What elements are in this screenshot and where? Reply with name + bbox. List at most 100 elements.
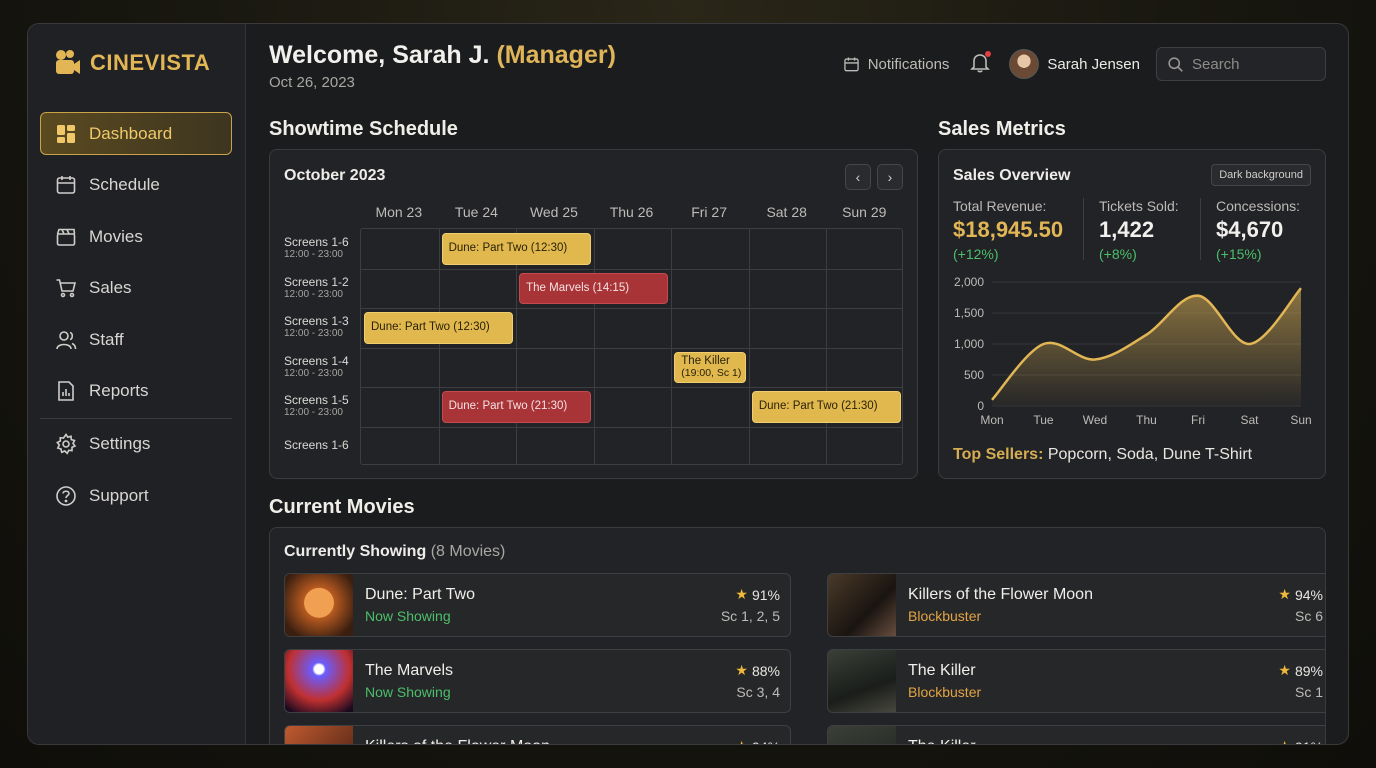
cart-icon — [56, 279, 77, 298]
grid-line — [593, 229, 595, 464]
metric-label: Total Revenue: — [953, 198, 1047, 214]
background-badge[interactable]: Dark background — [1211, 164, 1311, 186]
sidebar-item-reports[interactable]: Reports — [40, 370, 232, 413]
sidebar-item-label: Schedule — [89, 175, 160, 195]
star-icon: ★ — [1278, 586, 1291, 602]
grid-line — [361, 308, 902, 309]
movie-screens: Sc 1, 2, 5 — [720, 608, 780, 624]
movie-poster — [828, 726, 896, 744]
sidebar-item-support[interactable]: Support — [40, 474, 232, 517]
showtime-event[interactable]: The Marvels (14:15) — [519, 272, 669, 304]
movie-rating: ★91% — [1278, 738, 1323, 744]
top-sellers: Top Sellers: Popcorn, Soda, Dune T-Shirt — [953, 446, 1252, 464]
schedule-row-label: Screens 1-6 12:00 - 23:00 — [284, 235, 364, 260]
gear-icon — [56, 433, 77, 455]
schedule-nav: ‹ › — [845, 164, 903, 190]
x-tick-label: Sun — [1290, 413, 1311, 427]
movies-section-title: Current Movies — [269, 496, 415, 518]
x-tick-label: Sat — [1240, 413, 1259, 427]
metric-change: (+15%) — [1216, 246, 1262, 262]
movie-card[interactable]: The Killer ★ 91% — [827, 725, 1325, 744]
report-icon — [58, 381, 74, 402]
showtime-event[interactable]: The Killer (19:00, Sc 1) — [674, 351, 746, 383]
y-tick-label: 2,000 — [954, 275, 984, 289]
row-time: 12:00 - 23:00 — [284, 407, 343, 418]
sidebar-item-movies[interactable]: Movies — [40, 215, 232, 258]
movies-subtitle: Currently Showing (8 Movies) — [284, 543, 505, 561]
movie-poster — [285, 650, 353, 712]
movies-count: (8 Movies) — [430, 543, 506, 560]
day-header: Fri 27 — [691, 204, 727, 220]
day-header: Sun 29 — [842, 204, 887, 220]
sidebar-item-label: Dashboard — [89, 123, 173, 143]
x-tick-label: Wed — [1083, 413, 1107, 427]
movie-title: The Killer — [908, 662, 976, 679]
prev-week-button[interactable]: ‹ — [845, 164, 871, 190]
y-tick-label: 0 — [977, 399, 984, 413]
logo[interactable]: CINEVISTA — [52, 48, 210, 78]
schedule-month: October 2023 — [284, 167, 386, 184]
notifications-link[interactable]: Notifications — [843, 56, 949, 73]
metric-divider — [1200, 198, 1201, 260]
y-tick-label: 1,000 — [954, 337, 984, 351]
top-sellers-label: Top Sellers: — [953, 446, 1044, 463]
sales-overview-title: Sales Overview — [953, 167, 1071, 184]
movie-card[interactable]: Killers of the Flower Moon ★ 94% — [284, 725, 791, 745]
showtime-event[interactable]: Dune: Part Two (21:30) — [751, 391, 901, 423]
movie-title: Killers of the Flower Moon — [365, 738, 550, 744]
movie-rating: ★ 94% — [735, 738, 780, 745]
grid-line — [361, 387, 902, 388]
sales-section-title: Sales Metrics — [938, 118, 1066, 140]
search-input[interactable] — [1192, 55, 1312, 73]
movie-rating: ★ 89% — [1278, 662, 1323, 679]
user-role: (Manager) — [496, 41, 616, 69]
event-label: The Marvels (14:15) — [526, 281, 630, 294]
movie-card[interactable]: The Marvels Now Showing ★ 88% Sc 3, 4 — [284, 649, 791, 713]
bell-button[interactable] — [969, 50, 992, 78]
dashboard-icon — [57, 124, 75, 143]
welcome-text: Welcome, Sarah J. — [269, 41, 490, 69]
sidebar-item-schedule[interactable]: Schedule — [40, 164, 232, 207]
movie-card[interactable]: Dune: Part Two Now Showing ★ 91% Sc 1, 2, 5 — [284, 573, 791, 637]
schedule-row-label: Screens 1-2 12:00 - 23:00 — [284, 275, 364, 300]
movie-poster — [828, 574, 896, 636]
showtime-event[interactable]: Dune: Part Two (12:30) — [364, 312, 514, 344]
grid-line — [361, 426, 902, 428]
star-icon: ★ — [735, 586, 748, 602]
metric-change: (+12%) — [953, 246, 999, 262]
sidebar-item-staff[interactable]: Staff — [40, 318, 232, 361]
metric-revenue: Total Revenue: $18,945.50 (+12%) — [953, 198, 1063, 262]
sidebar-item-sales[interactable]: Sales — [40, 267, 232, 310]
grid-line — [671, 229, 673, 464]
metric-label: Concessions: — [1216, 198, 1301, 214]
sidebar-item-settings[interactable]: Settings — [40, 423, 232, 466]
schedule-section-title: Showtime Schedule — [269, 118, 458, 140]
search-box[interactable] — [1156, 47, 1326, 81]
movie-title: Dune: Part Two — [365, 586, 475, 603]
metric-value: 1,422 — [1099, 217, 1155, 242]
movie-card[interactable]: The Killer Blockbuster ★ 89% Sc 1 — [827, 649, 1325, 713]
schedule-panel: October 2023 ‹ › Mon 23 Tue 24 Wed 25 Th… — [269, 149, 918, 479]
rating-value: 94% — [752, 739, 780, 745]
schedule-row-label: Screens 1-5 12:00 - 23:00 — [284, 393, 364, 418]
movie-rating: ★91% — [735, 586, 780, 603]
schedule-row-label: Screens 1-6 — [284, 438, 364, 452]
sidebar-item-dashboard[interactable]: Dashboard — [40, 112, 232, 155]
row-name: Screens 1-6 — [284, 437, 349, 452]
showtime-event[interactable]: Dune: Part Two (21:30) — [441, 391, 591, 423]
row-name: Screens 1-2 — [284, 274, 349, 289]
event-label: Dune: Part Two (12:30) — [371, 321, 490, 334]
grid-line — [361, 268, 902, 270]
rating-value: 89% — [1294, 662, 1323, 679]
row-time: 12:00 - 23:00 — [284, 249, 343, 260]
movie-poster — [285, 574, 353, 636]
sidebar-item-label: Movies — [89, 226, 143, 246]
rating-value: 94% — [1294, 586, 1323, 603]
user-menu[interactable]: Sarah Jensen — [1009, 49, 1140, 79]
showtime-event[interactable]: Dune: Part Two (12:30) — [441, 233, 591, 265]
event-detail: (19:00, Sc 1) — [681, 366, 742, 379]
movie-card[interactable]: Killers of the Flower Moon Blockbuster ★ 94… — [827, 573, 1325, 637]
movie-status: Now Showing — [365, 684, 451, 700]
next-week-button[interactable]: › — [877, 164, 903, 190]
metric-divider — [1083, 198, 1084, 260]
